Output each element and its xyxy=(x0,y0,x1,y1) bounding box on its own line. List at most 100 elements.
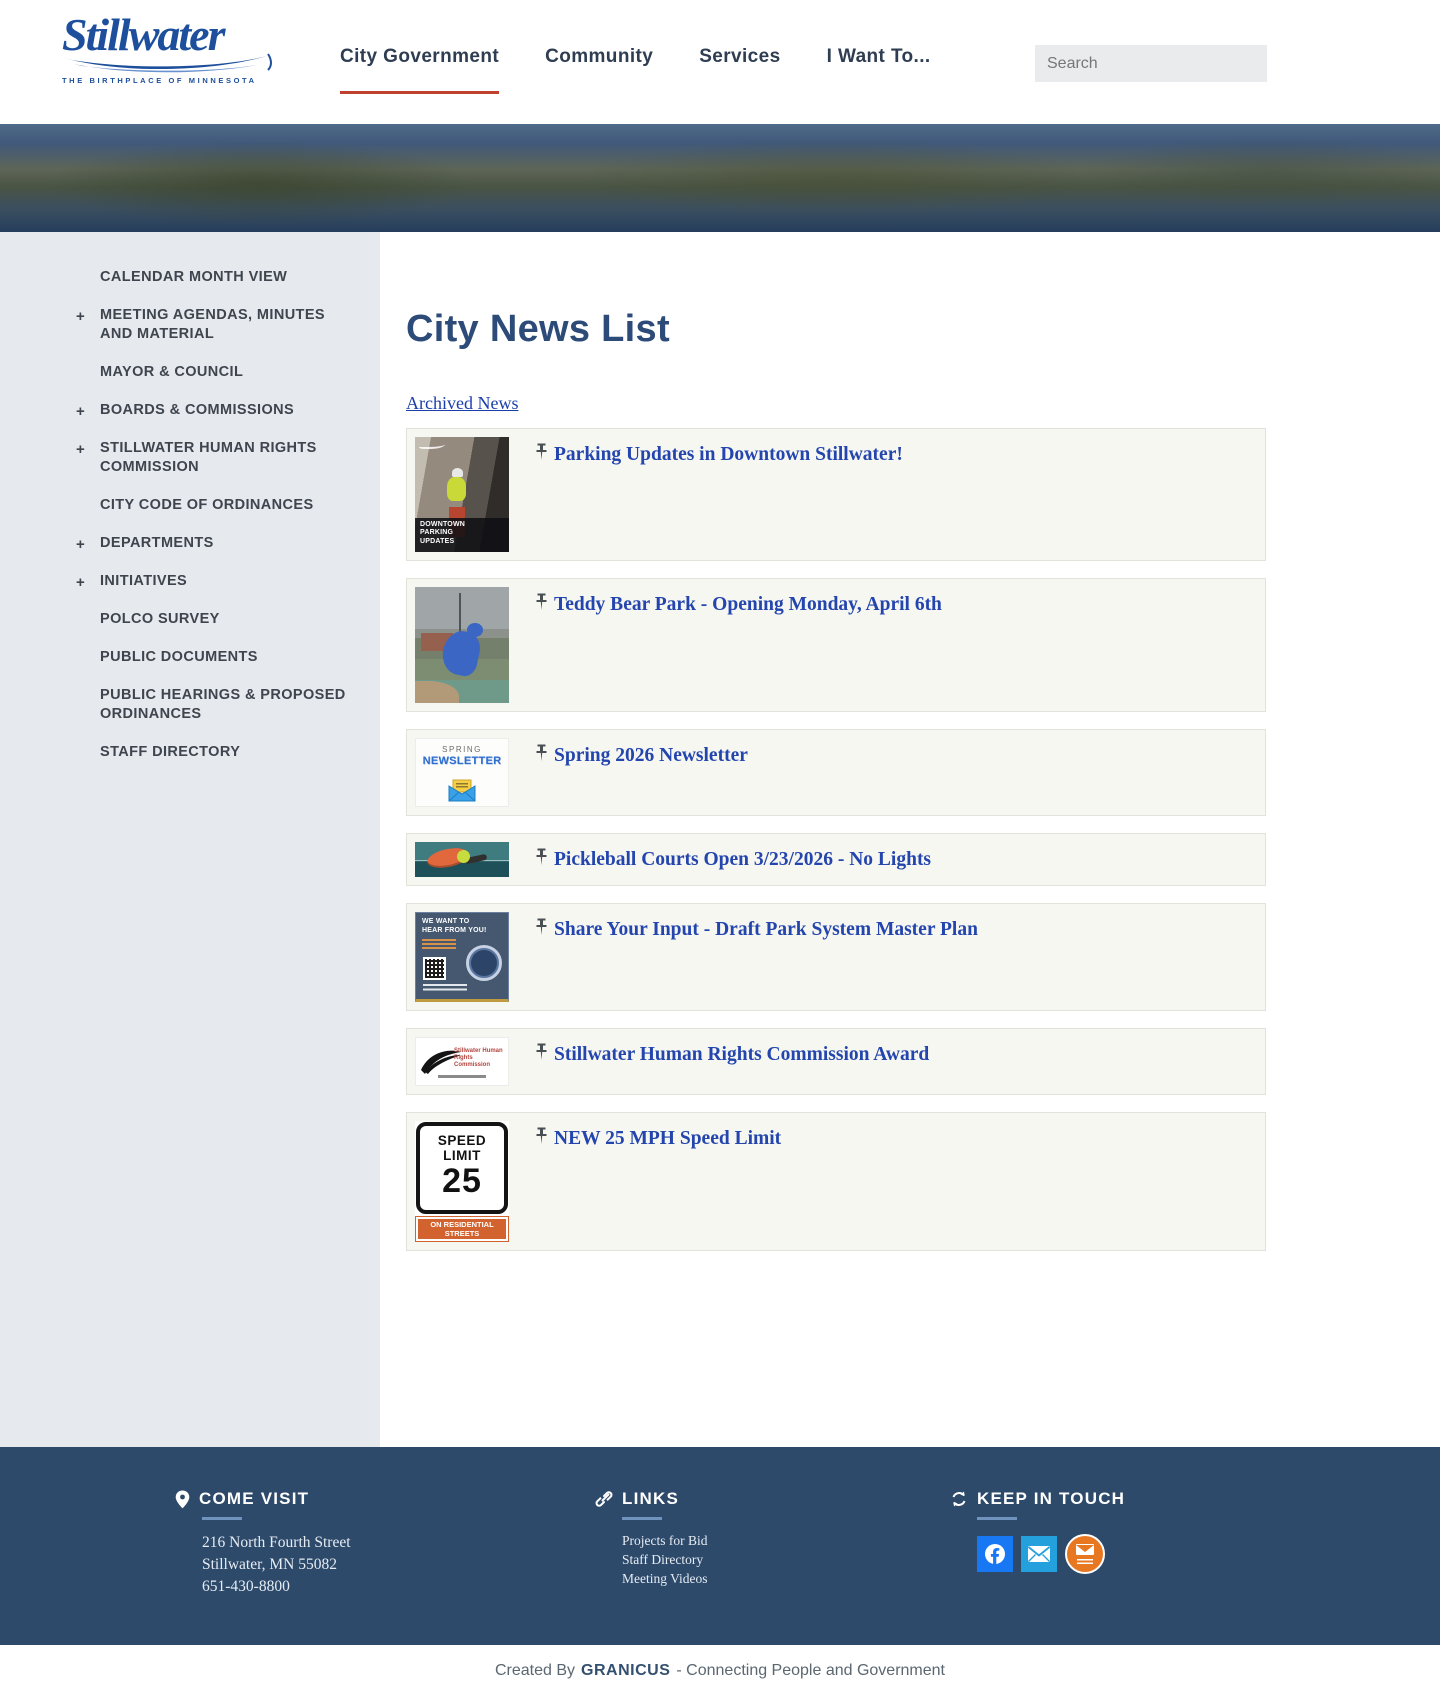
sidebar-item-human-rights-commission[interactable]: + STILLWATER HUMAN RIGHTS COMMISSION xyxy=(76,439,352,477)
archived-news-link[interactable]: Archived News xyxy=(406,393,518,414)
news-title-link[interactable]: Share Your Input - Draft Park System Mas… xyxy=(554,918,978,941)
pushpin-icon xyxy=(536,918,547,935)
news-thumbnail-spring-newsletter[interactable]: SPRING NEWSLETTER xyxy=(415,738,509,807)
email-signup-icon[interactable] xyxy=(1065,1534,1105,1574)
news-title-link[interactable]: Spring 2026 Newsletter xyxy=(554,744,748,767)
credits-tagline: - Connecting People and Government xyxy=(676,1662,945,1679)
news-body: Stillwater Human Rights Commission Award xyxy=(509,1037,929,1086)
nav-i-want-to[interactable]: I Want To... xyxy=(827,46,931,80)
expand-plus-icon[interactable]: + xyxy=(76,573,85,592)
thumb-ball xyxy=(457,850,470,863)
link-icon xyxy=(595,1491,613,1507)
facebook-icon[interactable] xyxy=(977,1536,1013,1572)
thumb-path xyxy=(415,681,459,703)
thumb-subtext-line xyxy=(438,1075,486,1078)
sidebar-item-label: DEPARTMENTS xyxy=(100,535,214,551)
page-title: City News List xyxy=(406,308,670,350)
pushpin-icon xyxy=(536,848,547,865)
news-title-link[interactable]: Pickleball Courts Open 3/23/2026 - No Li… xyxy=(554,848,931,871)
news-thumbnail-human-rights-award[interactable]: Stillwater Human Rights Commission xyxy=(415,1037,509,1086)
primary-nav: City Government Community Services I Wan… xyxy=(340,46,931,94)
sidebar-item-label: STILLWATER HUMAN RIGHTS COMMISSION xyxy=(100,440,317,475)
news-item: WE WANT TO HEAR FROM YOU! Share Your Inp… xyxy=(406,903,1266,1011)
sidebar-item-label: PUBLIC DOCUMENTS xyxy=(100,649,258,665)
logo-tagline: THE BIRTHPLACE OF MINNESOTA xyxy=(62,76,257,85)
sidebar-item-city-code[interactable]: CITY CODE OF ORDINANCES xyxy=(100,496,352,515)
footer-link-staff-directory[interactable]: Staff Directory xyxy=(622,1551,950,1570)
hero-banner-image xyxy=(0,124,1440,232)
location-pin-icon xyxy=(175,1490,190,1508)
news-title-link[interactable]: Parking Updates in Downtown Stillwater! xyxy=(554,443,903,466)
news-thumbnail-park-master-plan[interactable]: WE WANT TO HEAR FROM YOU! xyxy=(415,912,509,1002)
email-icon[interactable] xyxy=(1021,1536,1057,1572)
thumb-seal-logo xyxy=(466,945,502,981)
sidebar-item-meeting-agendas[interactable]: + MEETING AGENDAS, MINUTES AND MATERIAL xyxy=(76,306,352,344)
strip-text: ON RESIDENTIAL STREETS xyxy=(430,1220,494,1238)
footer-link-meeting-videos[interactable]: Meeting Videos xyxy=(622,1570,950,1589)
sidebar-item-staff-directory[interactable]: STAFF DIRECTORY xyxy=(100,743,352,762)
thumb-helmet xyxy=(452,468,463,477)
heading-accent xyxy=(622,1517,662,1520)
links-heading: LINKS xyxy=(622,1489,679,1508)
speed-limit-sign: SPEED LIMIT 25 xyxy=(416,1122,508,1214)
pushpin-icon xyxy=(536,1043,547,1060)
news-body: Parking Updates in Downtown Stillwater! xyxy=(509,437,903,552)
site-header: Stillwater THE BIRTHPLACE OF MINNESOTA C… xyxy=(0,0,1440,124)
news-item: Stillwater Human Rights Commission Still… xyxy=(406,1028,1266,1095)
news-item: Teddy Bear Park - Opening Monday, April … xyxy=(406,578,1266,712)
nav-city-government[interactable]: City Government xyxy=(340,46,500,94)
news-title-link[interactable]: Stillwater Human Rights Commission Award xyxy=(554,1043,929,1066)
news-thumbnail-teddy-bear-park[interactable] xyxy=(415,587,509,703)
sidebar-item-public-documents[interactable]: PUBLIC DOCUMENTS xyxy=(100,648,352,667)
news-thumbnail-speed-limit[interactable]: SPEED LIMIT 25 ON RESIDENTIAL STREETS xyxy=(415,1121,509,1242)
news-thumbnail-pickleball[interactable] xyxy=(415,842,509,877)
sidebar-item-label: INITIATIVES xyxy=(100,573,188,589)
page-body: CALENDAR MONTH VIEW + MEETING AGENDAS, MI… xyxy=(0,232,1440,1447)
keep-in-touch-heading: KEEP IN TOUCH xyxy=(977,1489,1126,1508)
news-body: NEW 25 MPH Speed Limit xyxy=(509,1121,781,1242)
news-item: SPRING NEWSLETTER Spring 2026 Newsletter xyxy=(406,729,1266,816)
sidebar-item-label: PUBLIC HEARINGS & PROPOSED ORDINANCES xyxy=(100,687,346,722)
footer-link-projects-for-bid[interactable]: Projects for Bid xyxy=(622,1532,950,1551)
sidebar-item-public-hearings[interactable]: PUBLIC HEARINGS & PROPOSED ORDINANCES xyxy=(100,686,352,724)
thumb-worker xyxy=(447,477,466,501)
news-thumbnail-parking-updates[interactable]: DOWNTOWN PARKING UPDATES xyxy=(415,437,509,552)
news-body: Teddy Bear Park - Opening Monday, April … xyxy=(509,587,942,703)
sidebar-item-label: BOARDS & COMMISSIONS xyxy=(100,402,295,418)
sidebar-item-initiatives[interactable]: + INITIATIVES xyxy=(76,572,352,591)
expand-plus-icon[interactable]: + xyxy=(76,535,85,554)
expand-plus-icon[interactable]: + xyxy=(76,307,85,326)
thumb-logo-swoosh xyxy=(419,441,445,449)
credits-bar: Created By GRANICUS - Connecting People … xyxy=(0,1645,1440,1697)
thumb-caption: Stillwater Human Rights Commission xyxy=(454,1048,503,1068)
sign-orange-strip: ON RESIDENTIAL STREETS xyxy=(415,1216,509,1242)
thumb-subtext-lines xyxy=(422,939,456,951)
thumb-newsletter-label: NEWSLETTER xyxy=(422,755,502,767)
news-body: Share Your Input - Draft Park System Mas… xyxy=(509,912,978,1002)
heading-accent xyxy=(202,1517,242,1520)
news-title-link[interactable]: NEW 25 MPH Speed Limit xyxy=(554,1127,781,1150)
sidebar-item-polco-survey[interactable]: POLCO SURVEY xyxy=(100,610,352,629)
site-footer: COME VISIT 216 North Fourth Street Still… xyxy=(0,1447,1440,1645)
social-icons xyxy=(977,1534,1440,1574)
thumb-heading: WE WANT TO HEAR FROM YOU! xyxy=(422,918,487,934)
news-body: Pickleball Courts Open 3/23/2026 - No Li… xyxy=(509,842,931,877)
nav-services[interactable]: Services xyxy=(699,46,780,80)
granicus-link[interactable]: GRANICUS xyxy=(581,1662,670,1680)
expand-plus-icon[interactable]: + xyxy=(76,402,85,421)
sidebar-item-label: STAFF DIRECTORY xyxy=(100,744,241,760)
nav-community[interactable]: Community xyxy=(545,46,653,80)
sidebar-item-boards-commissions[interactable]: + BOARDS & COMMISSIONS xyxy=(76,401,352,420)
signup-envelope xyxy=(1076,1544,1094,1555)
expand-plus-icon[interactable]: + xyxy=(76,440,85,459)
search-input[interactable] xyxy=(1035,54,1266,73)
thumb-spring-label: SPRING xyxy=(442,745,482,754)
sidebar-item-departments[interactable]: + DEPARTMENTS xyxy=(76,534,352,553)
news-title-link[interactable]: Teddy Bear Park - Opening Monday, April … xyxy=(554,593,942,616)
sidebar-item-calendar-month-view[interactable]: CALENDAR MONTH VIEW xyxy=(100,268,352,287)
stillwater-logo[interactable]: Stillwater THE BIRTHPLACE OF MINNESOTA xyxy=(62,12,292,85)
sign-number: 25 xyxy=(442,1162,482,1200)
sidebar-item-mayor-council[interactable]: MAYOR & COUNCIL xyxy=(100,363,352,382)
created-by-text: Created By xyxy=(495,1662,576,1679)
signup-text-lines xyxy=(1077,1559,1093,1565)
